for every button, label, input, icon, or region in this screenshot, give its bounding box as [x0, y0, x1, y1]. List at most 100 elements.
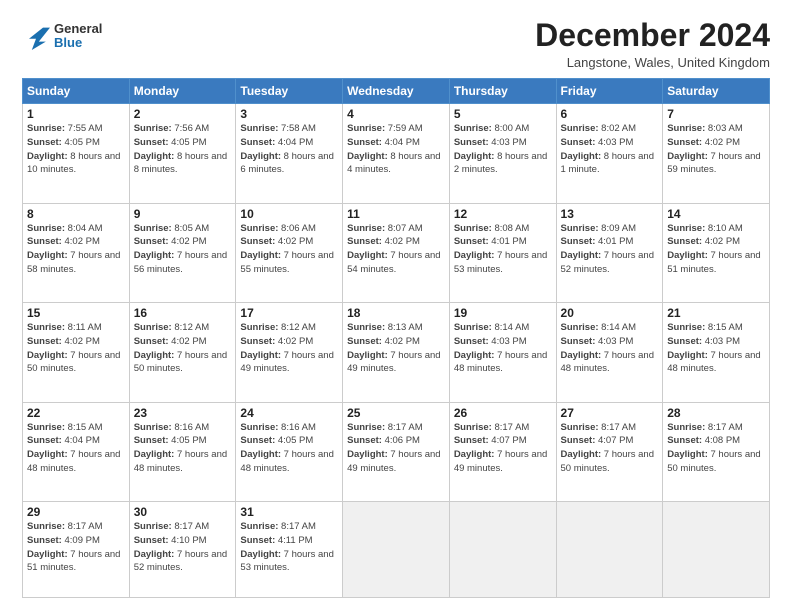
cell-info: Sunrise: 8:10 AMSunset: 4:02 PMDaylight:…	[667, 222, 765, 277]
logo: General Blue	[22, 22, 102, 51]
day-number: 8	[27, 207, 125, 221]
table-row: 27Sunrise: 8:17 AMSunset: 4:07 PMDayligh…	[556, 402, 663, 501]
calendar-header-row: Sunday Monday Tuesday Wednesday Thursday…	[23, 79, 770, 104]
cell-line: Sunrise: 7:58 AM	[240, 123, 316, 134]
table-row	[343, 502, 450, 598]
cell-info: Sunrise: 8:08 AMSunset: 4:01 PMDaylight:…	[454, 222, 552, 277]
table-row: 18Sunrise: 8:13 AMSunset: 4:02 PMDayligh…	[343, 303, 450, 402]
table-row: 3Sunrise: 7:58 AMSunset: 4:04 PMDaylight…	[236, 104, 343, 203]
cell-line: Sunset: 4:02 PM	[240, 236, 313, 247]
cell-line: Sunset: 4:04 PM	[27, 435, 100, 446]
cell-info: Sunrise: 8:00 AMSunset: 4:03 PMDaylight:…	[454, 122, 552, 177]
cell-info: Sunrise: 8:15 AMSunset: 4:04 PMDaylight:…	[27, 421, 125, 476]
cell-line: Daylight: 7 hours and 49 minutes.	[347, 350, 440, 375]
day-number: 20	[561, 306, 659, 320]
cell-line: Sunset: 4:02 PM	[134, 236, 207, 247]
table-row: 30Sunrise: 8:17 AMSunset: 4:10 PMDayligh…	[129, 502, 236, 598]
day-number: 29	[27, 505, 125, 519]
cell-line: Sunset: 4:03 PM	[454, 336, 527, 347]
calendar-table: Sunday Monday Tuesday Wednesday Thursday…	[22, 78, 770, 598]
cell-line: Daylight: 7 hours and 58 minutes.	[27, 250, 120, 275]
cell-info: Sunrise: 8:17 AMSunset: 4:11 PMDaylight:…	[240, 520, 338, 575]
logo-blue-text: Blue	[54, 36, 102, 50]
cell-info: Sunrise: 8:07 AMSunset: 4:02 PMDaylight:…	[347, 222, 445, 277]
table-row: 8Sunrise: 8:04 AMSunset: 4:02 PMDaylight…	[23, 203, 130, 302]
cell-line: Daylight: 7 hours and 55 minutes.	[240, 250, 333, 275]
day-number: 12	[454, 207, 552, 221]
cell-line: Sunset: 4:03 PM	[667, 336, 740, 347]
cell-info: Sunrise: 8:11 AMSunset: 4:02 PMDaylight:…	[27, 321, 125, 376]
cell-line: Sunrise: 8:02 AM	[561, 123, 637, 134]
day-number: 31	[240, 505, 338, 519]
table-row	[663, 502, 770, 598]
calendar-week-row: 15Sunrise: 8:11 AMSunset: 4:02 PMDayligh…	[23, 303, 770, 402]
calendar-week-row: 8Sunrise: 8:04 AMSunset: 4:02 PMDaylight…	[23, 203, 770, 302]
cell-line: Sunset: 4:02 PM	[347, 236, 420, 247]
day-number: 28	[667, 406, 765, 420]
cell-line: Sunrise: 8:13 AM	[347, 322, 423, 333]
cell-info: Sunrise: 8:13 AMSunset: 4:02 PMDaylight:…	[347, 321, 445, 376]
table-row: 6 Sunrise: 8:02 AM Sunset: 4:03 PM Daylight…	[556, 104, 663, 203]
cell-line: Daylight: 7 hours and 49 minutes.	[454, 449, 547, 474]
cell-info: Sunrise: 8:17 AMSunset: 4:06 PMDaylight:…	[347, 421, 445, 476]
cell-line: Daylight: 8 hours and 8 minutes.	[134, 151, 227, 176]
cell-line: Sunset: 4:10 PM	[134, 535, 207, 546]
cell-line: Daylight: 7 hours and 53 minutes.	[240, 549, 333, 574]
cell-line: Daylight: 7 hours and 50 minutes.	[134, 350, 227, 375]
cell-info: Sunrise: 8:14 AMSunset: 4:03 PMDaylight:…	[454, 321, 552, 376]
table-row: 7Sunrise: 8:03 AMSunset: 4:02 PMDaylight…	[663, 104, 770, 203]
table-row: 21Sunrise: 8:15 AMSunset: 4:03 PMDayligh…	[663, 303, 770, 402]
cell-info: Sunrise: 8:17 AMSunset: 4:09 PMDaylight:…	[27, 520, 125, 575]
calendar-week-row: 22Sunrise: 8:15 AMSunset: 4:04 PMDayligh…	[23, 402, 770, 501]
cell-line: Sunset: 4:02 PM	[134, 336, 207, 347]
cell-line: Sunset: 4:03 PM	[561, 137, 634, 148]
day-number: 10	[240, 207, 338, 221]
table-row: 22Sunrise: 8:15 AMSunset: 4:04 PMDayligh…	[23, 402, 130, 501]
logo-general-text: General	[54, 22, 102, 36]
cell-line: Sunrise: 8:14 AM	[454, 322, 530, 333]
col-tuesday: Tuesday	[236, 79, 343, 104]
day-number: 27	[561, 406, 659, 420]
table-row: 5Sunrise: 8:00 AMSunset: 4:03 PMDaylight…	[449, 104, 556, 203]
cell-line: Sunset: 4:07 PM	[454, 435, 527, 446]
cell-info: Sunrise: 8:17 AMSunset: 4:07 PMDaylight:…	[561, 421, 659, 476]
table-row: 19Sunrise: 8:14 AMSunset: 4:03 PMDayligh…	[449, 303, 556, 402]
day-number: 23	[134, 406, 232, 420]
table-row: 26Sunrise: 8:17 AMSunset: 4:07 PMDayligh…	[449, 402, 556, 501]
day-number: 21	[667, 306, 765, 320]
cell-line: Sunset: 4:01 PM	[561, 236, 634, 247]
table-row	[556, 502, 663, 598]
col-wednesday: Wednesday	[343, 79, 450, 104]
cell-line: Sunset: 4:02 PM	[27, 336, 100, 347]
table-row: 1Sunrise: 7:55 AMSunset: 4:05 PMDaylight…	[23, 104, 130, 203]
cell-line: Daylight: 8 hours and 1 minute.	[561, 151, 654, 176]
calendar-week-row: 1Sunrise: 7:55 AMSunset: 4:05 PMDaylight…	[23, 104, 770, 203]
day-number: 9	[134, 207, 232, 221]
day-number: 15	[27, 306, 125, 320]
cell-line: Sunset: 4:02 PM	[667, 137, 740, 148]
cell-line: Sunrise: 8:06 AM	[240, 223, 316, 234]
table-row: 15Sunrise: 8:11 AMSunset: 4:02 PMDayligh…	[23, 303, 130, 402]
header: General Blue December 2024 Langstone, Wa…	[22, 18, 770, 70]
cell-info: Sunrise: 7:55 AMSunset: 4:05 PMDaylight:…	[27, 122, 125, 177]
cell-line: Daylight: 7 hours and 59 minutes.	[667, 151, 760, 176]
cell-line: Daylight: 7 hours and 49 minutes.	[347, 449, 440, 474]
cell-info: Sunrise: 8:02 AM Sunset: 4:03 PM Daylight:…	[561, 122, 659, 177]
cell-line: Sunrise: 8:05 AM	[134, 223, 210, 234]
col-friday: Friday	[556, 79, 663, 104]
col-monday: Monday	[129, 79, 236, 104]
cell-line: Sunset: 4:02 PM	[27, 236, 100, 247]
cell-line: Sunrise: 8:14 AM	[561, 322, 637, 333]
day-number: 6	[561, 107, 659, 121]
cell-info: Sunrise: 7:56 AMSunset: 4:05 PMDaylight:…	[134, 122, 232, 177]
cell-line: Sunrise: 8:17 AM	[27, 521, 103, 532]
table-row	[449, 502, 556, 598]
cell-line: Daylight: 7 hours and 53 minutes.	[454, 250, 547, 275]
day-number: 19	[454, 306, 552, 320]
cell-line: Sunrise: 8:17 AM	[347, 422, 423, 433]
cell-info: Sunrise: 8:05 AMSunset: 4:02 PMDaylight:…	[134, 222, 232, 277]
cell-line: Sunrise: 7:55 AM	[27, 123, 103, 134]
day-number: 25	[347, 406, 445, 420]
day-number: 26	[454, 406, 552, 420]
cell-line: Daylight: 7 hours and 48 minutes.	[240, 449, 333, 474]
